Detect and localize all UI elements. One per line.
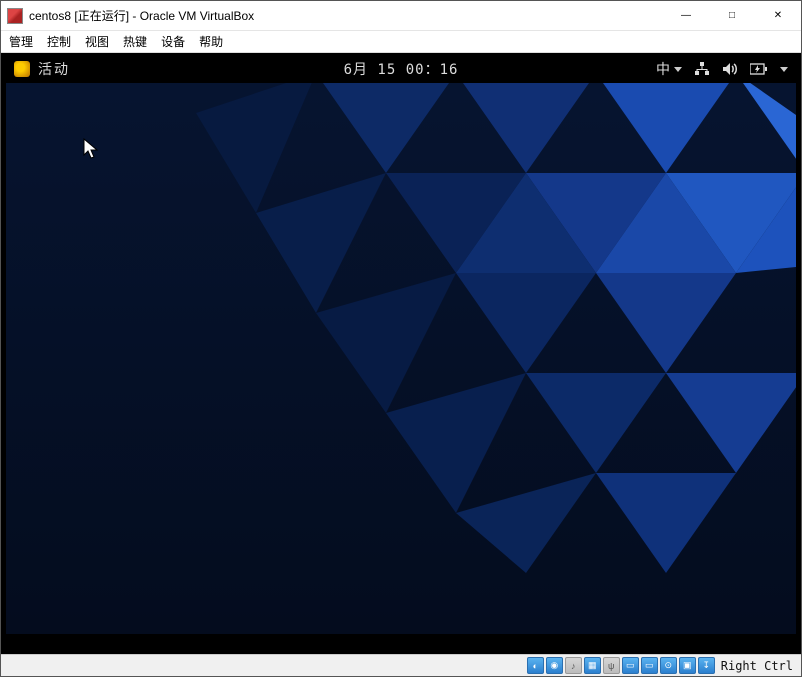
sb-optical-icon[interactable]: ◉ [546,657,563,674]
maximize-button[interactable]: □ [709,1,755,31]
window-title: centos8 [正在运行] - Oracle VM VirtualBox [29,7,254,24]
mouse-cursor [83,138,99,160]
menu-devices[interactable]: 设备 [161,33,185,50]
system-menu-chevron-icon[interactable] [780,67,788,72]
gnome-topbar: 活动 6月 15 00：16 中 [6,56,796,82]
statusbar: ◐ ◉ ♪ ▦ ψ ▭ ▭ ⊙ ▣ ↧ Right Ctrl [1,654,801,676]
menu-view[interactable]: 视图 [85,33,109,50]
sb-network-icon[interactable]: ▦ [584,657,601,674]
sb-usb-icon[interactable]: ψ [603,657,620,674]
ime-label: 中 [656,59,670,79]
virtualbox-icon [7,8,23,24]
battery-icon[interactable] [750,63,768,75]
network-icon[interactable] [694,62,710,76]
guest-display[interactable]: 活动 6月 15 00：16 中 [1,53,801,654]
hostkey-label[interactable]: Right Ctrl [717,659,797,673]
menu-hotkey[interactable]: 热键 [123,33,147,50]
close-button[interactable]: ✕ [755,1,801,31]
menu-manage[interactable]: 管理 [9,33,33,50]
menu-control[interactable]: 控制 [47,33,71,50]
desktop-wallpaper [6,83,796,634]
clock[interactable]: 6月 15 00：16 [344,59,459,79]
volume-icon[interactable] [722,62,738,76]
minimize-button[interactable]: — [663,1,709,31]
menubar: 管理 控制 视图 热键 设备 帮助 [1,31,801,53]
sb-cpu-icon[interactable]: ▣ [679,657,696,674]
sb-mouse-integration-icon[interactable]: ↧ [698,657,715,674]
menu-help[interactable]: 帮助 [199,33,223,50]
sb-shared-folder-icon[interactable]: ▭ [622,657,639,674]
gnome-shell-icon [14,61,30,77]
virtualbox-window: centos8 [正在运行] - Oracle VM VirtualBox — … [0,0,802,677]
chevron-down-icon [674,67,682,72]
sb-recording-icon[interactable]: ⊙ [660,657,677,674]
activities-button[interactable]: 活动 [38,59,70,79]
sb-audio-icon[interactable]: ♪ [565,657,582,674]
input-method-indicator[interactable]: 中 [656,59,682,79]
sb-harddisk-icon[interactable]: ◐ [527,657,544,674]
sb-display-icon[interactable]: ▭ [641,657,658,674]
titlebar[interactable]: centos8 [正在运行] - Oracle VM VirtualBox — … [1,1,801,31]
